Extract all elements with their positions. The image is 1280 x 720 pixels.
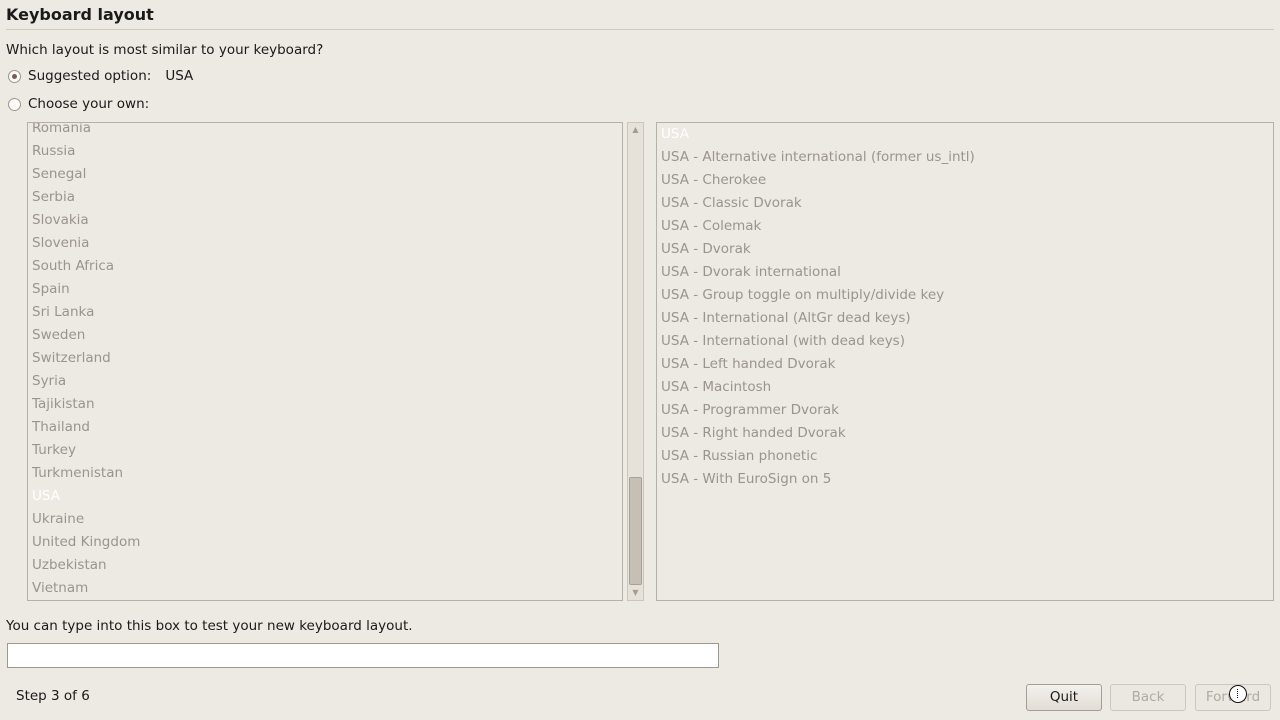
country-list-item[interactable]: Senegal	[32, 166, 86, 182]
country-list-item[interactable]: Tajikistan	[32, 396, 95, 412]
variant-list-item[interactable]: USA - Cherokee	[661, 172, 766, 188]
radio-unchecked-icon[interactable]	[8, 97, 21, 111]
variant-list-item[interactable]: USA - International (with dead keys)	[661, 333, 905, 349]
step-indicator: Step 3 of 6	[16, 688, 90, 704]
country-list-item[interactable]: Spain	[32, 281, 70, 297]
country-list-item[interactable]: Vietnam	[32, 580, 88, 596]
test-box-label: You can type into this box to test your …	[6, 618, 413, 634]
title-divider	[6, 29, 1274, 30]
country-list-item[interactable]: Sri Lanka	[32, 304, 94, 320]
back-button[interactable]: Back	[1110, 684, 1186, 711]
country-list-item[interactable]: Sweden	[32, 327, 85, 343]
country-list-item[interactable]: Slovakia	[32, 212, 89, 228]
variant-list-item[interactable]: USA - Dvorak international	[661, 264, 841, 280]
variant-list-item[interactable]: USA - Classic Dvorak	[661, 195, 802, 211]
country-list-item[interactable]: Serbia	[32, 189, 75, 205]
radio-checked-icon[interactable]	[8, 69, 21, 83]
back-button-label: Back	[1131, 689, 1165, 705]
variant-list-item[interactable]: USA - Group toggle on multiply/divide ke…	[661, 287, 944, 303]
country-list-item[interactable]: Slovenia	[32, 235, 89, 251]
country-list-item[interactable]: United Kingdom	[32, 534, 140, 550]
variant-list-item[interactable]: USA - Russian phonetic	[661, 448, 817, 464]
country-list[interactable]: Romania Russia Senegal Serbia Slovakia Sloven…	[27, 122, 623, 601]
variant-list-item[interactable]: USA - With EuroSign on 5	[661, 471, 831, 487]
page-title: Keyboard layout	[6, 5, 154, 24]
variant-list-item[interactable]: USA - Macintosh	[661, 379, 771, 395]
variant-list-item[interactable]: USA - Alternative international (former …	[661, 149, 975, 165]
keyboard-test-input[interactable]	[7, 643, 719, 668]
variant-list-item[interactable]: USA - Programmer Dvorak	[661, 402, 839, 418]
country-list-item[interactable]: Ukraine	[32, 511, 84, 527]
variant-list-item[interactable]: USA - Dvorak	[661, 241, 751, 257]
layout-question: Which layout is most similar to your key…	[6, 42, 324, 58]
scroll-thumb[interactable]	[629, 477, 642, 585]
suggested-option-label: Suggested option:	[28, 68, 152, 84]
quit-button-label: Quit	[1049, 689, 1079, 705]
country-list-item[interactable]: Syria	[32, 373, 66, 389]
busy-cursor-icon	[1229, 685, 1247, 703]
choose-own-radio[interactable]: Choose your own:	[8, 96, 149, 112]
country-list-item[interactable]: USA	[32, 488, 60, 504]
country-list-item[interactable]: South Africa	[32, 258, 114, 274]
country-list-item[interactable]: Turkmenistan	[32, 465, 123, 481]
country-list-item[interactable]: Russia	[32, 143, 75, 159]
variant-list-item[interactable]: USA - Right handed Dvorak	[661, 425, 846, 441]
country-list-scrollbar[interactable]: ▲ ▼	[627, 122, 644, 601]
suggested-option-radio[interactable]: Suggested option: USA	[8, 68, 193, 84]
suggested-option-value: USA	[165, 68, 194, 84]
country-list-item[interactable]: Switzerland	[32, 350, 111, 366]
scroll-down-arrow-icon[interactable]: ▼	[628, 586, 643, 600]
layout-variant-list[interactable]: USA USA - Alternative international (form…	[656, 122, 1274, 601]
country-list-item[interactable]: Uzbekistan	[32, 557, 107, 573]
country-list-item[interactable]: Thailand	[32, 419, 90, 435]
variant-list-item[interactable]: USA - Left handed Dvorak	[661, 356, 836, 372]
quit-button[interactable]: Quit	[1026, 684, 1102, 711]
variant-list-item[interactable]: USA - Colemak	[661, 218, 761, 234]
country-list-item[interactable]: Turkey	[32, 442, 76, 458]
scroll-up-arrow-icon[interactable]: ▲	[628, 123, 643, 137]
country-list-item[interactable]: Romania	[32, 123, 91, 136]
variant-list-item[interactable]: USA	[661, 126, 689, 142]
choose-own-label: Choose your own:	[28, 96, 150, 112]
variant-list-item[interactable]: USA - International (AltGr dead keys)	[661, 310, 911, 326]
